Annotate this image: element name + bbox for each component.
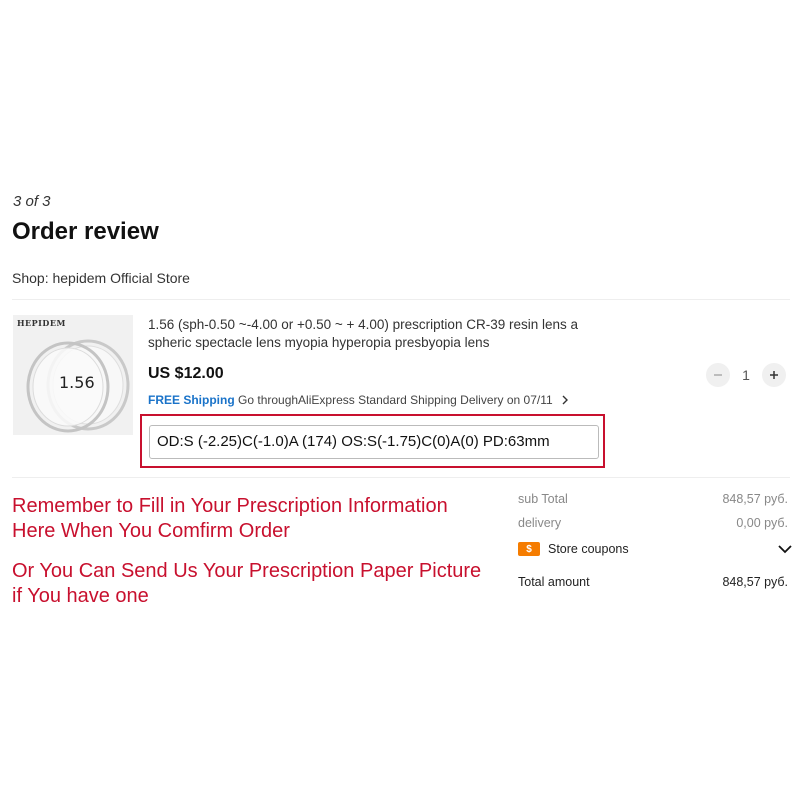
plus-icon (770, 371, 778, 379)
checkout-step-indicator: 3 of 3 (13, 193, 51, 210)
chevron-right-icon[interactable] (560, 395, 570, 405)
shipping-info[interactable]: FREE Shipping Go throughAliExpress Stand… (148, 393, 570, 407)
increase-quantity-button[interactable] (762, 363, 786, 387)
prescription-highlight-box: OD:S (-2.25)C(-1.0)A (174) OS:S(-1.75)C(… (140, 414, 605, 468)
delivery-row: delivery 0,00 руб. (518, 516, 788, 530)
product-title[interactable]: 1.56 (sph-0.50 ~-4.00 or +0.50 ~ + 4.00)… (148, 316, 618, 352)
coupon-icon: $ (518, 542, 540, 556)
product-price: US $12.00 (148, 365, 224, 382)
prescription-note-input[interactable]: OD:S (-2.25)C(-1.0)A (174) OS:S(-1.75)C(… (149, 425, 599, 459)
subtotal-label: sub Total (518, 492, 568, 506)
page-title: Order review (12, 218, 159, 245)
delivery-label: delivery (518, 516, 562, 530)
delivery-value: 0,00 руб. (736, 516, 788, 530)
prescription-reminder-note: Remember to Fill in Your Prescription In… (12, 495, 448, 542)
chevron-down-icon[interactable] (778, 542, 792, 556)
divider (12, 477, 790, 478)
total-label: Total amount (518, 575, 590, 589)
lens-index-label: 1.56 (59, 373, 95, 392)
total-row: Total amount 848,57 руб. (518, 575, 788, 589)
quantity-value[interactable]: 1 (730, 367, 762, 383)
quantity-stepper: 1 (706, 363, 786, 387)
free-shipping-label: FREE Shipping (148, 393, 235, 407)
shop-name[interactable]: Shop: hepidem Official Store (12, 270, 190, 286)
delivery-date: Delivery on 07/11 (460, 393, 553, 407)
shipping-method: Go throughAliExpress Standard Shipping (238, 393, 457, 407)
subtotal-row: sub Total 848,57 руб. (518, 492, 788, 506)
total-value: 848,57 руб. (722, 575, 788, 589)
divider (12, 299, 790, 300)
subtotal-value: 848,57 руб. (722, 492, 788, 506)
prescription-picture-note: Or You Can Send Us Your Prescription Pap… (12, 560, 482, 607)
decrease-quantity-button[interactable] (706, 363, 730, 387)
store-coupons-row[interactable]: $ Store coupons (518, 542, 792, 556)
store-coupons-label: Store coupons (548, 542, 629, 556)
product-image[interactable]: HEPIDEM 1.56 (13, 315, 133, 435)
minus-icon (714, 374, 722, 376)
